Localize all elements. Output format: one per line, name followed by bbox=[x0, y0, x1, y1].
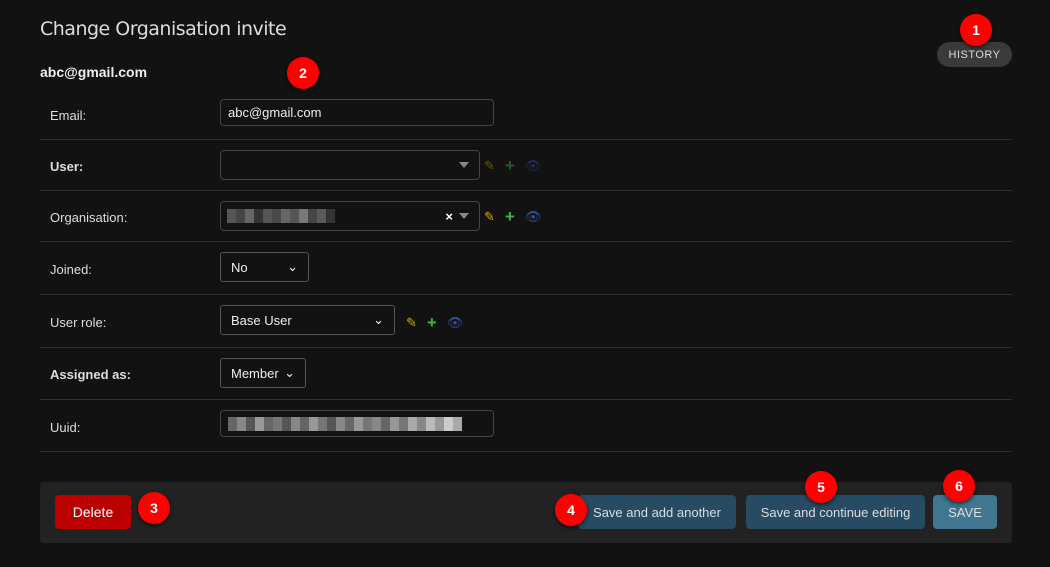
joined-row: Joined: No ⌄ bbox=[40, 242, 1012, 295]
save-and-add-another-button[interactable]: Save and add another bbox=[578, 495, 736, 529]
joined-label: Joined: bbox=[50, 262, 92, 277]
add-plus-icon[interactable]: + bbox=[505, 156, 515, 176]
organisation-row: Organisation: × ✎ + 👁 bbox=[40, 191, 1012, 242]
add-plus-icon[interactable]: + bbox=[427, 313, 437, 333]
view-eye-icon[interactable]: 👁 bbox=[525, 209, 542, 225]
user-role-related-actions: ✎ + 👁 bbox=[406, 313, 463, 333]
dropdown-caret-icon bbox=[459, 162, 469, 168]
delete-button[interactable]: Delete bbox=[55, 495, 131, 529]
uuid-row: Uuid: bbox=[40, 400, 1012, 452]
chevron-down-icon: ⌄ bbox=[373, 312, 384, 327]
user-select[interactable] bbox=[220, 150, 480, 180]
chevron-down-icon: ⌄ bbox=[284, 365, 295, 380]
user-role-select[interactable]: Base User ⌄ bbox=[220, 305, 395, 335]
organisation-label: Organisation: bbox=[50, 210, 128, 225]
assigned-as-value: Member bbox=[231, 365, 279, 381]
annotation-badge: 5 bbox=[805, 471, 837, 503]
user-role-label: User role: bbox=[50, 315, 107, 330]
annotation-badge: 3 bbox=[138, 492, 170, 524]
uuid-input[interactable] bbox=[220, 410, 494, 437]
clear-icon[interactable]: × bbox=[445, 209, 453, 224]
email-row: Email: abc@gmail.com bbox=[40, 88, 1012, 140]
redacted-organisation-value bbox=[227, 209, 335, 223]
edit-pencil-icon[interactable]: ✎ bbox=[484, 158, 495, 174]
dropdown-caret-icon bbox=[459, 213, 469, 219]
redacted-uuid-value bbox=[228, 416, 462, 431]
user-role-row: User role: Base User ⌄ ✎ + 👁 bbox=[40, 295, 1012, 348]
user-role-value: Base User bbox=[231, 312, 292, 328]
user-row: User: ✎ + 👁 bbox=[40, 140, 1012, 191]
user-label: User: bbox=[50, 159, 84, 174]
assigned-as-row: Assigned as: Member ⌄ bbox=[40, 348, 1012, 400]
annotation-badge: 4 bbox=[555, 494, 587, 526]
organisation-related-actions: ✎ + 👁 bbox=[484, 207, 541, 227]
organisation-select[interactable]: × bbox=[220, 201, 480, 231]
email-label: Email: bbox=[50, 108, 87, 123]
view-eye-icon[interactable]: 👁 bbox=[525, 158, 542, 174]
annotation-badge: 1 bbox=[960, 14, 992, 46]
edit-pencil-icon[interactable]: ✎ bbox=[484, 209, 495, 225]
view-eye-icon[interactable]: 👁 bbox=[447, 315, 464, 331]
page-title: Change Organisation invite bbox=[40, 18, 287, 40]
save-and-continue-button[interactable]: Save and continue editing bbox=[746, 495, 925, 529]
chevron-down-icon: ⌄ bbox=[287, 259, 298, 274]
joined-select[interactable]: No ⌄ bbox=[220, 252, 309, 282]
email-input[interactable]: abc@gmail.com bbox=[220, 99, 494, 126]
add-plus-icon[interactable]: + bbox=[505, 207, 515, 227]
edit-pencil-icon[interactable]: ✎ bbox=[406, 315, 417, 331]
assigned-as-select[interactable]: Member ⌄ bbox=[220, 358, 306, 388]
object-name: abc@gmail.com bbox=[40, 64, 148, 80]
submit-row: Delete Save and add another Save and con… bbox=[40, 482, 1012, 543]
annotation-badge: 2 bbox=[287, 57, 319, 89]
joined-value: No bbox=[231, 259, 248, 275]
annotation-badge: 6 bbox=[943, 470, 975, 502]
assigned-as-label: Assigned as: bbox=[50, 367, 131, 382]
user-related-actions: ✎ + 👁 bbox=[484, 156, 541, 176]
uuid-label: Uuid: bbox=[50, 420, 81, 435]
